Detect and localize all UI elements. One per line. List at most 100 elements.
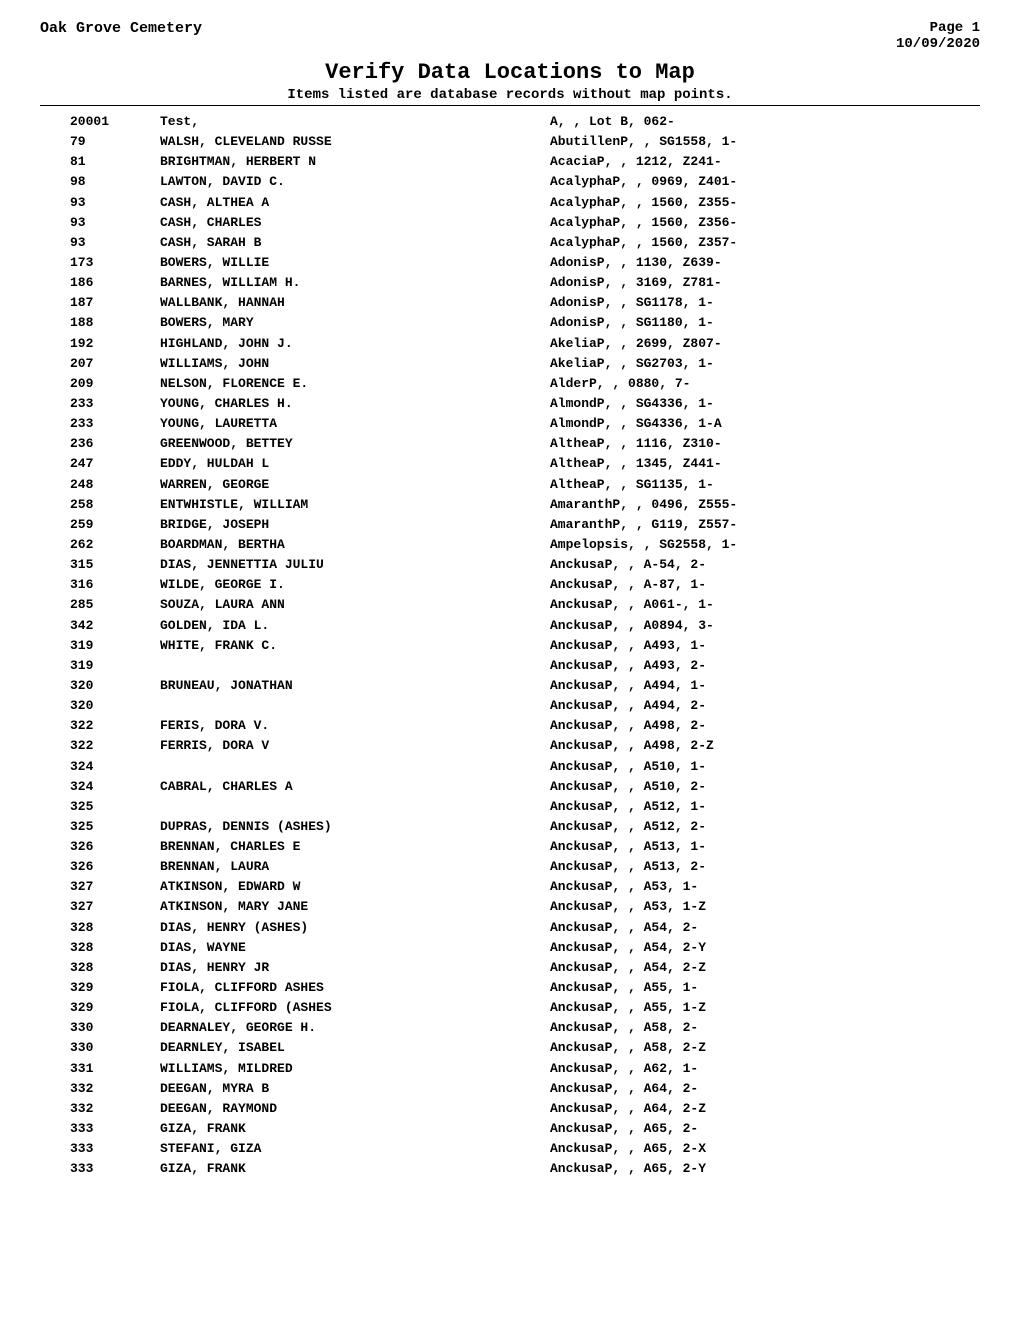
record-id: 93 — [40, 233, 160, 253]
record-location: AnckusaP, , A494, 2- — [550, 696, 980, 716]
record-id: 285 — [40, 595, 160, 615]
header-right: Page 1 10/09/2020 — [896, 20, 980, 52]
record-name: DIAS, JENNETTIA JULIU — [160, 555, 550, 575]
record-name: ATKINSON, EDWARD W — [160, 877, 550, 897]
record-row: 247EDDY, HULDAH LAltheaP, , 1345, Z441- — [40, 454, 980, 474]
record-id: 324 — [40, 777, 160, 797]
record-name: BOARDMAN, BERTHA — [160, 535, 550, 555]
record-name: FERRIS, DORA V — [160, 736, 550, 756]
record-id: 209 — [40, 374, 160, 394]
record-name: FIOLA, CLIFFORD (ASHES — [160, 998, 550, 1018]
record-name: ATKINSON, MARY JANE — [160, 897, 550, 917]
record-name: BRENNAN, LAURA — [160, 857, 550, 877]
record-name: BRIDGE, JOSEPH — [160, 515, 550, 535]
record-id: 332 — [40, 1099, 160, 1119]
record-location: AnckusaP, , A54, 2-Z — [550, 958, 980, 978]
record-row: 342GOLDEN, IDA L.AnckusaP, , A0894, 3- — [40, 616, 980, 636]
record-location: AnckusaP, , A510, 2- — [550, 777, 980, 797]
record-id: 259 — [40, 515, 160, 535]
record-row: 319WHITE, FRANK C.AnckusaP, , A493, 1- — [40, 636, 980, 656]
record-location: AnckusaP, , A513, 2- — [550, 857, 980, 877]
record-id: 328 — [40, 938, 160, 958]
record-row: 79WALSH, CLEVELAND RUSSEAbutillenP, , SG… — [40, 132, 980, 152]
record-row: 330DEARNLEY, ISABELAnckusaP, , A58, 2-Z — [40, 1038, 980, 1058]
record-location: AnckusaP, , A55, 1- — [550, 978, 980, 998]
cemetery-name: Oak Grove Cemetery — [40, 20, 202, 37]
record-id: 93 — [40, 213, 160, 233]
record-name — [160, 656, 550, 676]
record-id: 325 — [40, 817, 160, 837]
record-row: 186BARNES, WILLIAM H.AdonisP, , 3169, Z7… — [40, 273, 980, 293]
record-id: 327 — [40, 877, 160, 897]
record-name: BRENNAN, CHARLES E — [160, 837, 550, 857]
record-id: 333 — [40, 1119, 160, 1139]
record-name: GREENWOOD, BETTEY — [160, 434, 550, 454]
record-name: FIOLA, CLIFFORD ASHES — [160, 978, 550, 998]
record-row: 329FIOLA, CLIFFORD ASHESAnckusaP, , A55,… — [40, 978, 980, 998]
record-location: AnckusaP, , A53, 1-Z — [550, 897, 980, 917]
record-location: AkeliaP, , 2699, Z807- — [550, 334, 980, 354]
record-name: DIAS, WAYNE — [160, 938, 550, 958]
record-location: AnckusaP, , A498, 2-Z — [550, 736, 980, 756]
record-id: 319 — [40, 636, 160, 656]
record-name: Test, — [160, 112, 550, 132]
record-name — [160, 757, 550, 777]
record-row: 188BOWERS, MARYAdonisP, , SG1180, 1- — [40, 313, 980, 333]
record-location: AnckusaP, , A493, 2- — [550, 656, 980, 676]
record-row: 332DEEGAN, MYRA BAnckusaP, , A64, 2- — [40, 1079, 980, 1099]
record-location: AnckusaP, , A65, 2-Y — [550, 1159, 980, 1179]
record-location: AnckusaP, , A512, 2- — [550, 817, 980, 837]
record-name — [160, 797, 550, 817]
record-row: 328DIAS, HENRY JRAnckusaP, , A54, 2-Z — [40, 958, 980, 978]
record-name: WILLIAMS, JOHN — [160, 354, 550, 374]
record-location: AdonisP, , 3169, Z781- — [550, 273, 980, 293]
record-name: WHITE, FRANK C. — [160, 636, 550, 656]
record-location: AlmondP, , SG4336, 1-A — [550, 414, 980, 434]
record-name: CASH, ALTHEA A — [160, 193, 550, 213]
record-id: 333 — [40, 1159, 160, 1179]
record-name: DEARNALEY, GEORGE H. — [160, 1018, 550, 1038]
record-name: WILDE, GEORGE I. — [160, 575, 550, 595]
record-name: SOUZA, LAURA ANN — [160, 595, 550, 615]
record-id: 188 — [40, 313, 160, 333]
record-row: 320BRUNEAU, JONATHANAnckusaP, , A494, 1- — [40, 676, 980, 696]
record-location: AnckusaP, , A493, 1- — [550, 636, 980, 656]
record-row: 173BOWERS, WILLIEAdonisP, , 1130, Z639- — [40, 253, 980, 273]
record-row: 315DIAS, JENNETTIA JULIUAnckusaP, , A-54… — [40, 555, 980, 575]
record-name: GIZA, FRANK — [160, 1119, 550, 1139]
record-row: 262BOARDMAN, BERTHAAmpelopsis, , SG2558,… — [40, 535, 980, 555]
record-location: AnckusaP, , A55, 1-Z — [550, 998, 980, 1018]
record-name: LAWTON, DAVID C. — [160, 172, 550, 192]
record-row: 285SOUZA, LAURA ANNAnckusaP, , A061-, 1- — [40, 595, 980, 615]
record-id: 320 — [40, 676, 160, 696]
record-row: 98LAWTON, DAVID C.AcalyphaP, , 0969, Z40… — [40, 172, 980, 192]
record-row: 330DEARNALEY, GEORGE H.AnckusaP, , A58, … — [40, 1018, 980, 1038]
record-location: AnckusaP, , A510, 1- — [550, 757, 980, 777]
record-name: GIZA, FRANK — [160, 1159, 550, 1179]
record-row: 207WILLIAMS, JOHNAkeliaP, , SG2703, 1- — [40, 354, 980, 374]
record-location: AnckusaP, , A65, 2- — [550, 1119, 980, 1139]
record-row: 20001Test,A, , Lot B, 062- — [40, 112, 980, 132]
record-location: AnckusaP, , A494, 1- — [550, 676, 980, 696]
record-id: 233 — [40, 394, 160, 414]
record-name: WILLIAMS, MILDRED — [160, 1059, 550, 1079]
record-id: 93 — [40, 193, 160, 213]
record-location: AlderP, , 0880, 7- — [550, 374, 980, 394]
record-name: DIAS, HENRY JR — [160, 958, 550, 978]
record-name: WALLBANK, HANNAH — [160, 293, 550, 313]
page-header: Oak Grove Cemetery Page 1 10/09/2020 — [40, 20, 980, 52]
record-row: 187WALLBANK, HANNAHAdonisP, , SG1178, 1- — [40, 293, 980, 313]
record-location: AdonisP, , SG1180, 1- — [550, 313, 980, 333]
record-location: AnckusaP, , A498, 2- — [550, 716, 980, 736]
record-location: AnckusaP, , A64, 2- — [550, 1079, 980, 1099]
page-number: Page 1 — [896, 20, 980, 36]
record-id: 316 — [40, 575, 160, 595]
record-location: AnckusaP, , A0894, 3- — [550, 616, 980, 636]
record-id: 81 — [40, 152, 160, 172]
record-name: WALSH, CLEVELAND RUSSE — [160, 132, 550, 152]
record-name: ENTWHISTLE, WILLIAM — [160, 495, 550, 515]
report-subtitle: Items listed are database records withou… — [40, 87, 980, 103]
record-name: DEEGAN, RAYMOND — [160, 1099, 550, 1119]
record-id: 187 — [40, 293, 160, 313]
record-row: 93CASH, SARAH BAcalyphaP, , 1560, Z357- — [40, 233, 980, 253]
